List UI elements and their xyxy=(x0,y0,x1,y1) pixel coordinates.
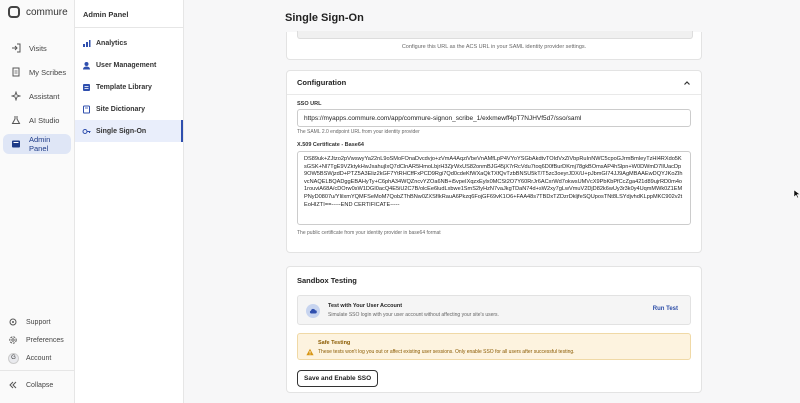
divider xyxy=(0,370,75,371)
nav-item-preferences[interactable]: Preferences xyxy=(0,332,75,348)
save-and-enable-sso-button[interactable]: Save and Enable SSO xyxy=(297,370,379,387)
main-content: Single Sign-On Configure this URL as the… xyxy=(184,0,800,403)
nav-item-assistant[interactable]: Assistant xyxy=(3,86,71,106)
nav-item-label: Support xyxy=(26,318,51,326)
sso-url-input[interactable] xyxy=(297,109,691,127)
sandbox-title: Sandbox Testing xyxy=(297,275,357,285)
nav-item-label: Assistant xyxy=(29,91,60,101)
subnav-item-analytics[interactable]: Analytics xyxy=(75,32,183,54)
nav-item-label: Account xyxy=(26,354,52,362)
acs-url-card: Configure this URL as the ACS URL in you… xyxy=(286,31,702,60)
nav-item-label: AI Studio xyxy=(29,115,60,125)
subnav-item-label: User Management xyxy=(96,61,157,69)
safe-testing-notice: Safe Testing These tests won't log you o… xyxy=(297,333,691,360)
configuration-header[interactable]: Configuration xyxy=(287,71,701,95)
template-icon xyxy=(82,83,91,92)
settings-icon xyxy=(8,335,18,345)
gear-icon xyxy=(8,317,18,327)
nav-item-support[interactable]: Support xyxy=(0,314,75,330)
flask-icon xyxy=(11,115,21,125)
sparkle-icon xyxy=(11,91,21,101)
admin-icon xyxy=(11,139,21,149)
subnav-item-label: Template Library xyxy=(96,83,152,91)
collapse-button[interactable]: Collapse xyxy=(0,377,75,393)
avatar: G xyxy=(8,352,19,364)
nav-item-label: Admin Panel xyxy=(29,135,51,153)
subnav-item-site-dictionary[interactable]: Site Dictionary xyxy=(75,98,183,120)
nav-item-label: Preferences xyxy=(26,336,64,344)
nav-item-label: Visits xyxy=(29,43,47,53)
subnav-item-single-sign-on[interactable]: Single Sign-On xyxy=(75,120,183,142)
document-icon xyxy=(11,67,21,77)
nav-item-admin-panel[interactable]: Admin Panel xyxy=(3,134,71,154)
chart-icon xyxy=(82,39,91,48)
test-title: Test with Your User Account xyxy=(328,303,403,309)
brand-name: commure xyxy=(26,6,68,18)
users-icon xyxy=(82,61,91,70)
test-description: Simulate SSO login with your user accoun… xyxy=(328,312,499,318)
primary-nav: Visits My Scribes Assistant AI Studio Ad… xyxy=(0,38,74,154)
sidebar-bottom: Support Preferences G Account Collapse xyxy=(0,312,75,395)
certificate-textarea[interactable]: DS89uk+ZJtzo2pVwswyYa22nL9oSMoFOnaDvcdvj… xyxy=(297,151,691,225)
sandbox-header: Sandbox Testing xyxy=(287,267,701,293)
certificate-label: X.509 Certificate - Base64 xyxy=(297,142,364,148)
primary-sidebar: commure Visits My Scribes Assistant AI S… xyxy=(0,0,75,403)
sso-url-help: The SAML 2.0 endpoint URL from your iden… xyxy=(297,129,420,135)
subnav-item-label: Single Sign-On xyxy=(96,127,147,135)
configuration-title: Configuration xyxy=(297,78,347,87)
subnav-item-label: Analytics xyxy=(96,39,128,47)
subnav-item-user-management[interactable]: User Management xyxy=(75,54,183,76)
subnav-item-template-library[interactable]: Template Library xyxy=(75,76,183,98)
warning-icon xyxy=(306,343,314,356)
sandbox-card: Sandbox Testing Test with Your User Acco… xyxy=(286,266,702,393)
login-icon xyxy=(11,43,21,53)
nav-item-ai-studio[interactable]: AI Studio xyxy=(3,110,71,130)
chevron-up-icon[interactable] xyxy=(683,79,691,87)
key-icon xyxy=(82,127,91,136)
run-test-button[interactable]: Run Test xyxy=(653,306,678,312)
nav-item-visits[interactable]: Visits xyxy=(3,38,71,58)
nav-item-my-scribes[interactable]: My Scribes xyxy=(3,62,71,82)
subnav-list: Analytics User Management Template Libra… xyxy=(75,32,183,142)
test-user-account-row: Test with Your User Account Simulate SSO… xyxy=(297,295,691,325)
acs-url-field[interactable] xyxy=(297,31,693,39)
certificate-help: The public certificate from your identit… xyxy=(297,230,441,236)
admin-subnav: Admin Panel Analytics User Management Te… xyxy=(75,0,184,403)
nav-item-label: My Scribes xyxy=(29,67,67,77)
subnav-item-label: Site Dictionary xyxy=(96,105,146,113)
warning-title: Safe Testing xyxy=(318,340,351,346)
page-title: Single Sign-On xyxy=(285,12,364,24)
collapse-icon xyxy=(8,380,18,390)
commure-logo-icon xyxy=(8,6,20,18)
sso-url-label: SSO URL xyxy=(297,101,322,107)
book-icon xyxy=(82,105,91,114)
nav-item-account[interactable]: G Account xyxy=(0,350,75,366)
acs-url-hint: Configure this URL as the ACS URL in you… xyxy=(401,44,587,50)
cloud-icon xyxy=(306,304,320,318)
configuration-card: Configuration SSO URL The SAML 2.0 endpo… xyxy=(286,70,702,253)
warning-description: These tests won't log you out or affect … xyxy=(318,349,575,355)
mouse-cursor-icon xyxy=(793,189,800,199)
brand[interactable]: commure xyxy=(0,0,74,24)
app-window: commure Visits My Scribes Assistant AI S… xyxy=(0,0,800,403)
collapse-label: Collapse xyxy=(26,381,54,389)
subnav-title: Admin Panel xyxy=(75,0,183,28)
